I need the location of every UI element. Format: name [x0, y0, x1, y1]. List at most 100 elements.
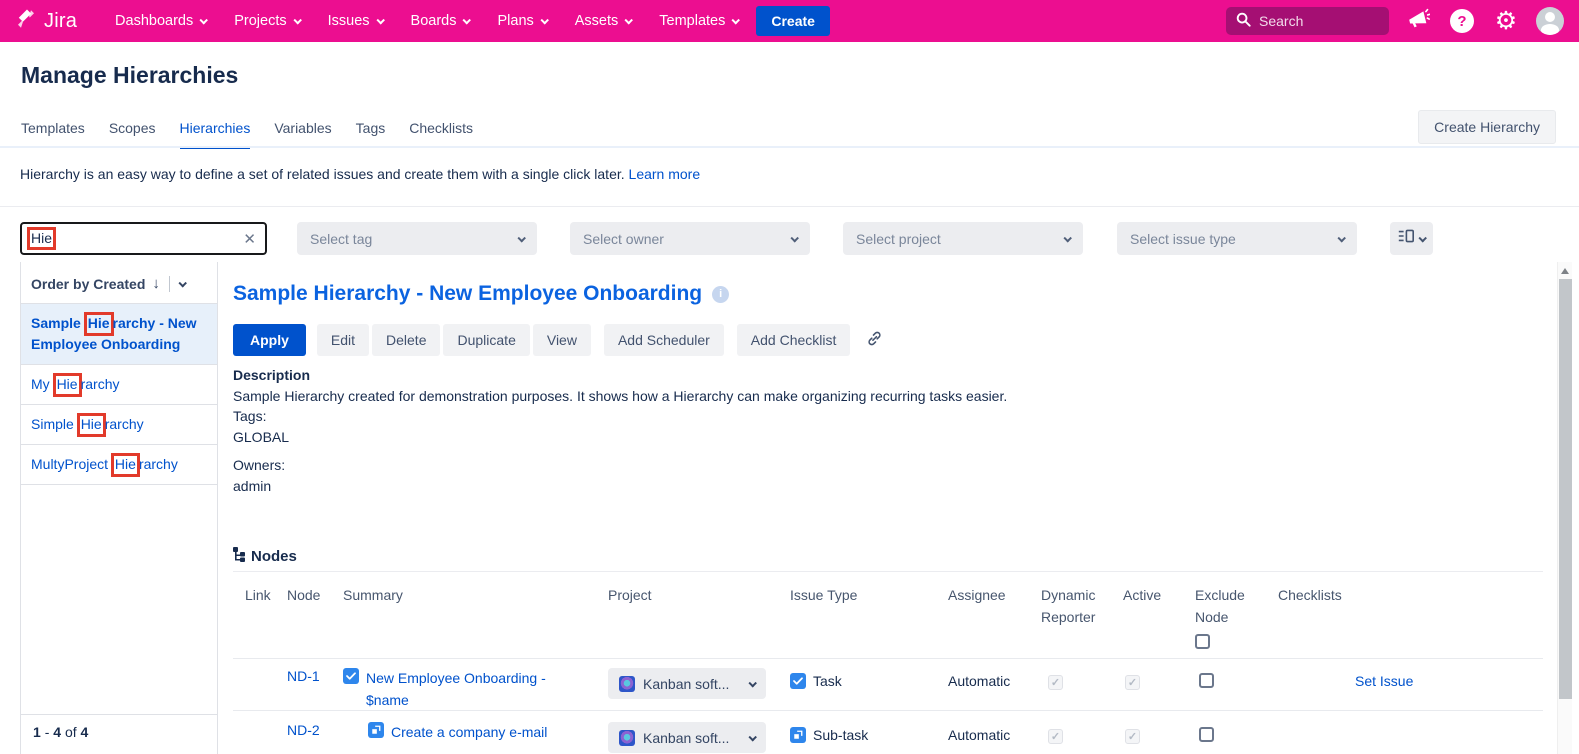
set-issue-link[interactable]: Set Issue — [1355, 673, 1413, 689]
search-match-highlight: Hie — [27, 226, 57, 251]
order-by-control[interactable]: Order by Created ↓ — [21, 262, 217, 304]
global-search-input[interactable]: Search — [1226, 7, 1389, 35]
active-checkbox[interactable]: ✓ — [1125, 675, 1140, 690]
chevron-down-icon — [748, 678, 757, 688]
chevron-down-icon — [1063, 233, 1072, 243]
project-dropdown[interactable]: Kanban soft... — [608, 722, 766, 753]
chevron-down-icon — [748, 732, 757, 742]
hierarchy-title: Sample Hierarchy - New Employee Onboardi… — [233, 282, 730, 306]
hierarchy-item-multyproject[interactable]: MultyProject Hie rarchy — [21, 445, 217, 485]
exclude-node-checkbox[interactable] — [1199, 727, 1214, 742]
settings-button[interactable]: ⚙ — [1491, 6, 1521, 36]
tags-value: GLOBAL — [233, 429, 290, 446]
learn-more-link[interactable]: Learn more — [629, 166, 701, 182]
menu-templates[interactable]: Templates — [659, 13, 741, 29]
info-icon[interactable]: i — [712, 285, 730, 303]
layout-icon — [1398, 229, 1414, 248]
hierarchy-item-sample[interactable]: Sample Hie rarchy - New Employee Onboardi… — [21, 304, 217, 365]
vertical-scrollbar[interactable] — [1557, 262, 1572, 754]
col-node: Node — [287, 587, 321, 603]
col-issue-type: Issue Type — [790, 587, 858, 603]
sort-desc-icon[interactable]: ↓ — [152, 275, 160, 292]
summary-link[interactable]: Create a company e-mail — [391, 722, 547, 744]
assignee-value: Automatic — [948, 673, 1011, 689]
chevron-down-icon — [1337, 233, 1346, 243]
action-toolbar: Apply Edit Delete Duplicate View Add Sch… — [233, 324, 884, 356]
owners-value: admin — [233, 477, 272, 494]
view-layout-toggle[interactable] — [1390, 222, 1433, 255]
tab-checklists[interactable]: Checklists — [409, 120, 473, 149]
jira-logo-icon — [14, 7, 38, 36]
dynamic-reporter-checkbox[interactable]: ✓ — [1048, 729, 1063, 744]
description-label: Description — [233, 367, 311, 383]
select-issue-type-dropdown[interactable]: Select issue type — [1117, 222, 1357, 255]
menu-boards[interactable]: Boards — [411, 13, 472, 29]
node-key-link[interactable]: ND-2 — [287, 722, 320, 738]
hierarchy-search-input[interactable]: Hie ✕ — [20, 222, 267, 255]
table-row-nd1: ND-1 New Employee Onboarding - $name Kan… — [233, 668, 1543, 711]
chevron-down-icon — [731, 16, 741, 25]
menu-dashboards[interactable]: Dashboards — [115, 13, 209, 29]
task-icon — [790, 673, 806, 689]
hierarchy-item-simple[interactable]: Simple Hie rarchy — [21, 405, 217, 445]
help-icon: ? — [1450, 9, 1474, 33]
tab-templates[interactable]: Templates — [21, 120, 85, 149]
view-button[interactable]: View — [532, 324, 591, 356]
search-match-highlight: Hie — [52, 373, 82, 397]
avatar — [1536, 7, 1564, 35]
select-tag-dropdown[interactable]: Select tag — [297, 222, 537, 255]
add-checklist-button[interactable]: Add Checklist — [736, 324, 851, 356]
chevron-down-icon — [540, 16, 549, 25]
announcements-button[interactable] — [1403, 6, 1433, 36]
select-project-dropdown[interactable]: Select project — [843, 222, 1083, 255]
add-scheduler-button[interactable]: Add Scheduler — [603, 324, 724, 356]
summary-link[interactable]: New Employee Onboarding - $name — [366, 668, 578, 711]
menu-assets[interactable]: Assets — [575, 13, 634, 29]
clear-search-icon[interactable]: ✕ — [243, 230, 256, 248]
hierarchy-item-my[interactable]: My Hie rarchy — [21, 365, 217, 405]
edit-button[interactable]: Edit — [316, 324, 370, 356]
dynamic-reporter-checkbox[interactable]: ✓ — [1048, 675, 1063, 690]
copy-link-button[interactable] — [865, 329, 884, 351]
nodes-section-header: Nodes — [233, 546, 297, 566]
delete-button[interactable]: Delete — [372, 324, 441, 356]
issue-type-value: Sub-task — [813, 727, 869, 743]
active-checkbox[interactable]: ✓ — [1125, 729, 1140, 744]
menu-issues[interactable]: Issues — [328, 13, 385, 29]
link-icon — [865, 329, 884, 351]
node-key-link[interactable]: ND-1 — [287, 668, 320, 684]
col-summary: Summary — [343, 587, 403, 603]
scrollbar-thumb[interactable] — [1559, 279, 1572, 699]
task-icon — [343, 668, 359, 684]
profile-button[interactable] — [1535, 6, 1565, 36]
menu-projects[interactable]: Projects — [234, 13, 302, 29]
main-menu: Dashboards Projects Issues Boards Plans … — [115, 13, 741, 29]
exclude-all-checkbox[interactable] — [1195, 634, 1210, 650]
row-divider — [233, 710, 1543, 711]
help-button[interactable]: ? — [1447, 6, 1477, 36]
pagination-status: 1 - 4 of 4 — [21, 714, 217, 754]
apply-button[interactable]: Apply — [233, 324, 306, 356]
jira-logo[interactable]: Jira — [14, 7, 77, 36]
select-owner-dropdown[interactable]: Select owner — [570, 222, 810, 255]
menu-plans[interactable]: Plans — [497, 13, 549, 29]
project-dropdown[interactable]: Kanban soft... — [608, 668, 766, 699]
tab-tags[interactable]: Tags — [356, 120, 386, 149]
tabs-divider — [0, 146, 1579, 148]
nodes-divider — [233, 571, 1543, 572]
exclude-node-checkbox[interactable] — [1199, 673, 1214, 688]
chevron-down-icon — [1418, 233, 1427, 243]
duplicate-button[interactable]: Duplicate — [443, 324, 530, 356]
col-assignee: Assignee — [948, 587, 1006, 603]
tab-scopes[interactable]: Scopes — [109, 120, 156, 149]
chevron-down-icon[interactable] — [178, 278, 187, 288]
scroll-up-icon[interactable] — [1561, 268, 1569, 274]
hierarchy-list-sidebar: Order by Created ↓ Sample Hie rarchy - Ne… — [20, 262, 218, 754]
create-button[interactable]: Create — [756, 6, 830, 36]
col-active: Active — [1123, 587, 1162, 603]
create-hierarchy-button[interactable]: Create Hierarchy — [1418, 110, 1556, 144]
tab-hierarchies[interactable]: Hierarchies — [179, 120, 251, 149]
tab-variables[interactable]: Variables — [274, 120, 331, 149]
search-match-highlight: Hie — [76, 413, 106, 437]
tab-bar: Templates Scopes Hierarchies Variables T… — [21, 120, 473, 149]
